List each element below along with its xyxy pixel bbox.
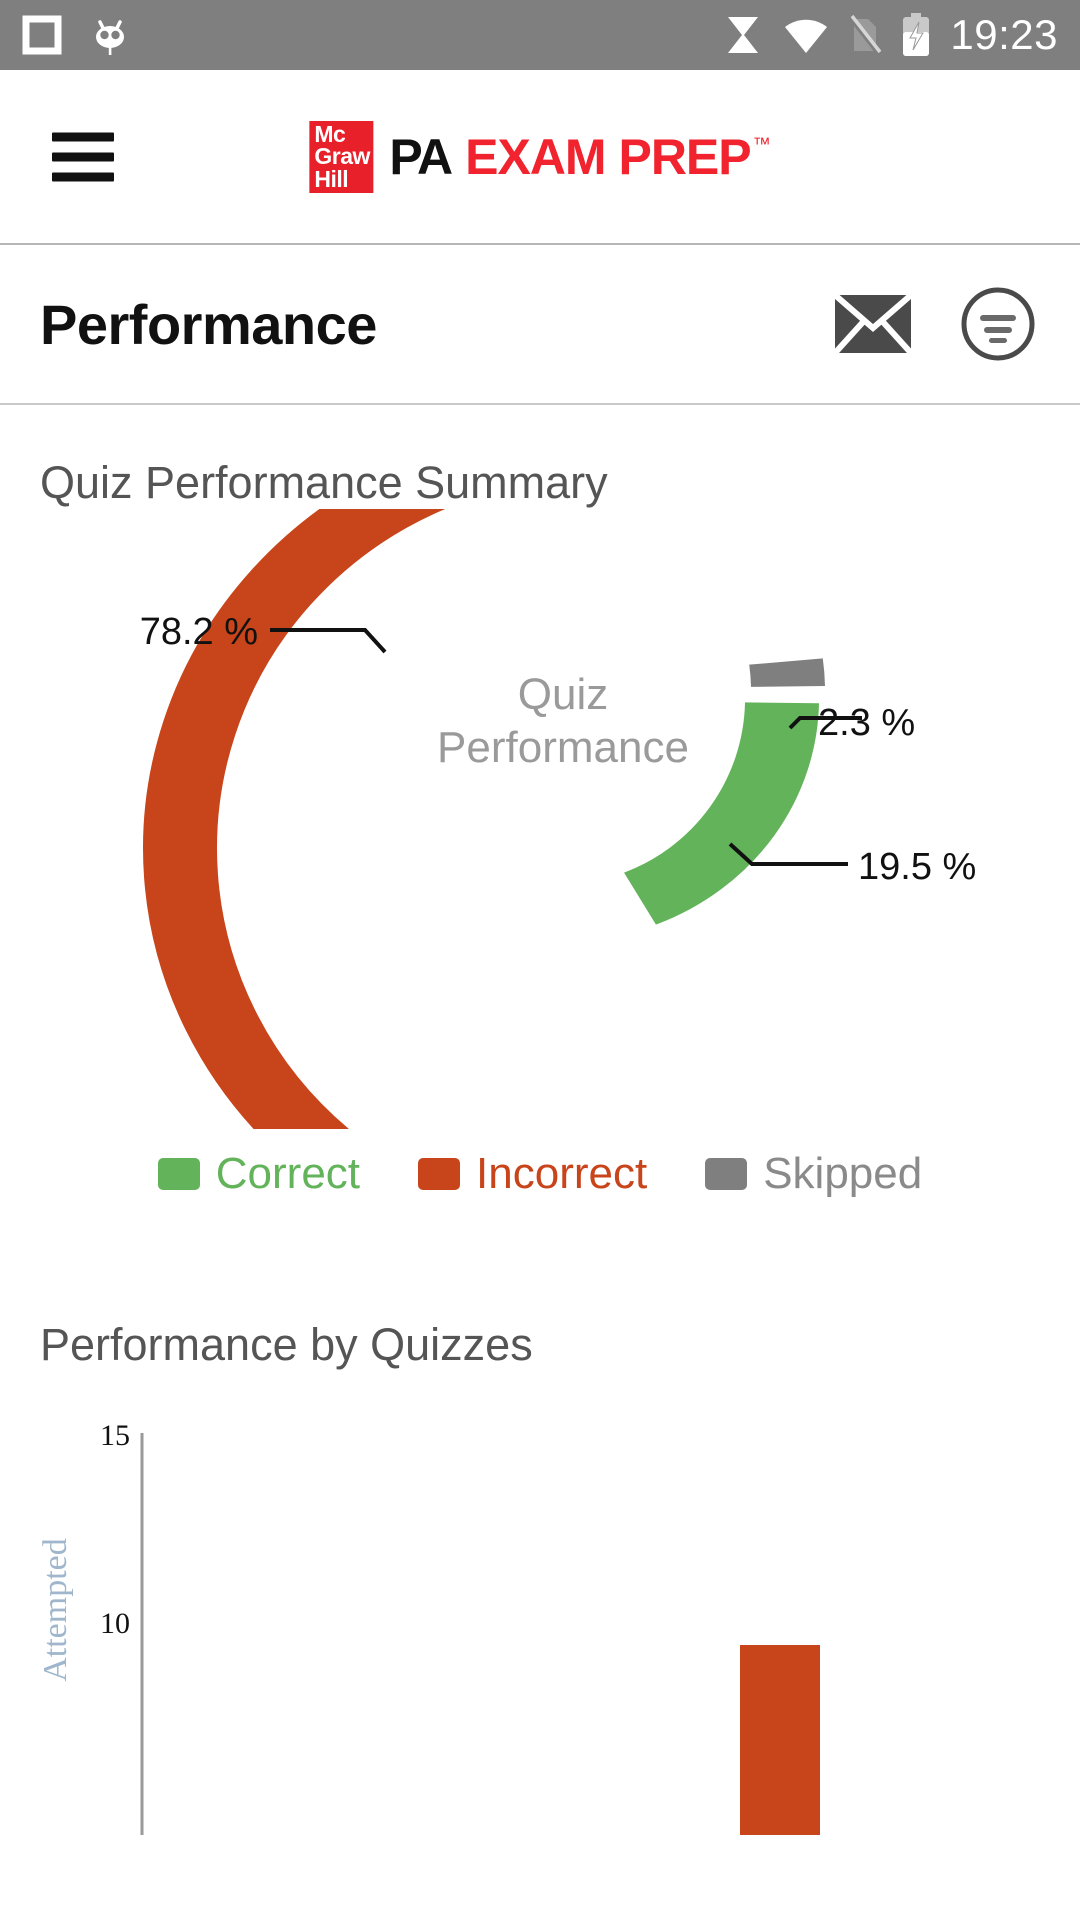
performance-by-quizzes-bar-chart: 15 10 Attempted <box>0 1415 1080 1835</box>
brand-wordmark: PA EXAM PREP ™ <box>389 128 770 186</box>
header-actions <box>834 286 1036 362</box>
quiz-performance-donut-chart: Quiz Performance 78.2 % 2.3 % 19.5 % <box>0 509 1080 1129</box>
pct-label-correct: 19.5 % <box>858 846 976 888</box>
mgh-line-2: Graw <box>314 143 370 170</box>
mgh-line-3: Hill <box>314 165 349 192</box>
y-tick-10: 10 <box>100 1607 130 1640</box>
page-header: Performance <box>0 245 1080 405</box>
hamburger-bar <box>52 152 114 161</box>
bar-quiz-1[interactable] <box>740 1645 820 1835</box>
hamburger-menu-icon[interactable] <box>52 121 114 192</box>
y-tick-15: 15 <box>100 1419 130 1452</box>
app-bar: Mc Graw Hill PA EXAM PREP ™ <box>0 70 1080 245</box>
donut-slice-skipped[interactable] <box>749 658 825 688</box>
content-area: Quiz Performance Summary Quiz Performanc… <box>0 457 1080 1835</box>
legend-label-correct: Correct <box>215 1149 361 1198</box>
hamburger-bar <box>52 172 114 181</box>
donut-center-line-1: Quiz <box>518 670 608 719</box>
status-bar-right-icons: 19:23 <box>722 0 1058 70</box>
legend-item-incorrect[interactable]: Incorrect <box>418 1149 647 1199</box>
status-bar-left-icons <box>22 13 132 57</box>
hamburger-bar <box>52 132 114 141</box>
status-bar-clock: 19:23 <box>950 11 1058 58</box>
donut-slice-incorrect[interactable] <box>143 509 620 1129</box>
legend-item-skipped[interactable]: Skipped <box>705 1149 922 1199</box>
donut-center-line-2: Performance <box>437 723 689 772</box>
brand-pa-text: PA <box>389 128 453 185</box>
page-title: Performance <box>40 292 377 356</box>
y-axis-label-attempted: Attempted <box>37 1538 74 1682</box>
legend-swatch-incorrect <box>418 1158 461 1190</box>
cyanogenmod-mascot-icon <box>96 20 124 55</box>
square-outline-icon <box>22 15 62 55</box>
legend-swatch-skipped <box>705 1158 748 1190</box>
wifi-icon <box>785 19 828 53</box>
legend-label-incorrect: Incorrect <box>476 1149 648 1198</box>
battery-charging-icon <box>903 13 930 56</box>
status-bar: 19:23 <box>0 0 1080 70</box>
trademark-symbol: ™ <box>752 133 771 154</box>
mcgraw-hill-pa-exam-prep-logo: Mc Graw Hill PA EXAM PREP ™ <box>309 120 771 193</box>
mcgraw-hill-mark: Mc Graw Hill <box>309 120 374 193</box>
legend-label-skipped: Skipped <box>763 1149 923 1198</box>
legend-item-correct[interactable]: Correct <box>157 1149 361 1199</box>
brand-exam-prep-text: EXAM PREP <box>465 128 752 185</box>
pct-label-skipped: 2.3 % <box>818 702 915 744</box>
donut-legend: Correct Incorrect Skipped <box>0 1149 1080 1199</box>
sim-off-icon <box>849 14 882 56</box>
mail-envelope-icon[interactable] <box>834 294 912 354</box>
pct-label-incorrect: 78.2 % <box>140 611 258 653</box>
mgh-line-1: Mc <box>314 121 346 148</box>
legend-swatch-correct <box>157 1158 200 1190</box>
performance-by-quizzes-title: Performance by Quizzes <box>40 1319 533 1370</box>
filter-circle-icon[interactable] <box>960 286 1036 362</box>
sync-icon <box>728 17 759 53</box>
quiz-performance-summary-title: Quiz Performance Summary <box>40 457 608 508</box>
